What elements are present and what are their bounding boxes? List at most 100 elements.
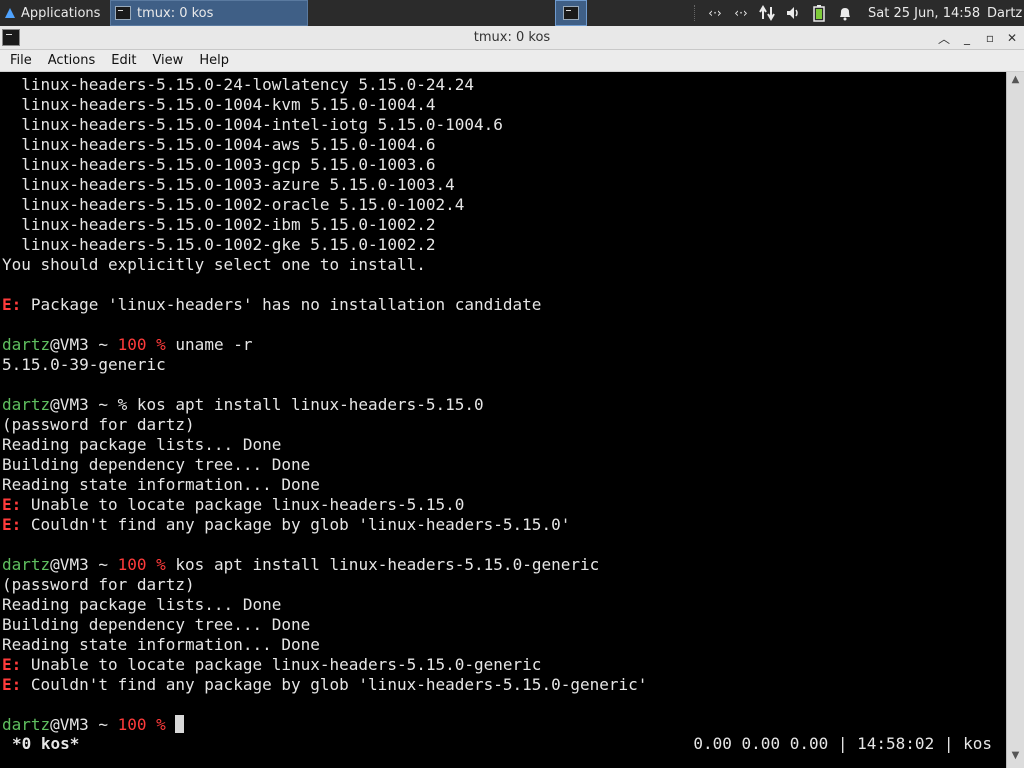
window-title: tmux: 0 kos xyxy=(473,30,551,45)
tmux-status-info: 0.00 0.00 0.00 | 14:58:02 | kos xyxy=(693,734,992,753)
menu-actions[interactable]: Actions xyxy=(38,53,102,68)
terminal-text: You should explicitly select one to inst… xyxy=(2,255,426,274)
menu-view[interactable]: View xyxy=(142,53,189,68)
exit-code: 100 % xyxy=(117,715,166,734)
terminal-line: E: Couldn't find any package by glob 'li… xyxy=(2,675,1006,695)
scroll-up-icon[interactable]: ▲ xyxy=(1007,74,1024,88)
terminal-line: Reading state information... Done xyxy=(2,475,1006,495)
applications-menu[interactable]: Applications xyxy=(0,0,108,26)
terminal-text: (password for dartz) xyxy=(2,575,195,594)
prompt-user: dartz xyxy=(2,395,51,414)
tmux-window-label[interactable]: *0 kos* xyxy=(12,734,79,753)
error-marker: E: xyxy=(2,295,22,314)
notification-bell-icon[interactable] xyxy=(836,0,854,26)
terminal-line: linux-headers-5.15.0-1002-ibm 5.15.0-100… xyxy=(2,215,1006,235)
menu-bar: File Actions Edit View Help xyxy=(0,50,1024,72)
network-icon[interactable]: ‹·› xyxy=(704,0,726,26)
exit-code: 100 % xyxy=(117,335,166,354)
terminal-line: Reading package lists... Done xyxy=(2,435,1006,455)
window-titlebar[interactable]: tmux: 0 kos ︿ _ ▫ ✕ xyxy=(0,26,1024,50)
terminal-text: uname -r xyxy=(165,335,253,354)
terminal-text: (password for dartz) xyxy=(2,415,195,434)
terminal-line: dartz@VM3 ~ % kos apt install linux-head… xyxy=(2,395,1006,415)
terminal-output: linux-headers-5.15.0-24-lowlatency 5.15.… xyxy=(2,75,1006,735)
taskbar-item-label: tmux: 0 kos xyxy=(137,5,214,21)
terminal-text: @VM3 ~ % kos apt install linux-headers-5… xyxy=(50,395,484,414)
error-marker: E: xyxy=(2,675,22,694)
terminal-text: linux-headers-5.15.0-1003-gcp 5.15.0-100… xyxy=(2,155,436,174)
menu-edit[interactable]: Edit xyxy=(101,53,142,68)
terminal-text: 5.15.0-39-generic xyxy=(2,355,166,374)
terminal-text: @VM3 ~ xyxy=(50,555,118,574)
user-menu[interactable]: Dartz xyxy=(987,0,1024,26)
scroll-down-icon[interactable]: ▼ xyxy=(1007,750,1024,764)
terminal-text: Couldn't find any package by glob 'linux… xyxy=(21,515,571,534)
maximize-button[interactable]: ▫ xyxy=(980,28,1000,48)
terminal-text: linux-headers-5.15.0-24-lowlatency 5.15.… xyxy=(2,75,475,94)
tmux-status-bar: *0 kos* 0.00 0.00 0.00 | 14:58:02 | kos xyxy=(0,734,1004,756)
terminal-text: Reading package lists... Done xyxy=(2,435,282,454)
terminal-icon xyxy=(563,6,579,20)
prompt-user: dartz xyxy=(2,555,51,574)
terminal-line: linux-headers-5.15.0-1002-oracle 5.15.0-… xyxy=(2,195,1006,215)
terminal-line: Building dependency tree... Done xyxy=(2,615,1006,635)
exit-code: 100 % xyxy=(117,555,166,574)
top-panel: Applications tmux: 0 kos ‹·› ‹·› Sat 25 … xyxy=(0,0,1024,26)
xfce-logo-icon xyxy=(3,6,17,20)
terminal-line: (password for dartz) xyxy=(2,415,1006,435)
terminal-text: Reading state information... Done xyxy=(2,475,320,494)
terminal-text: linux-headers-5.15.0-1002-ibm 5.15.0-100… xyxy=(2,215,436,234)
clock[interactable]: Sat 25 Jun, 14:58 xyxy=(868,0,980,26)
terminal-line: linux-headers-5.15.0-1002-gke 5.15.0-100… xyxy=(2,235,1006,255)
terminal-text: linux-headers-5.15.0-1002-gke 5.15.0-100… xyxy=(2,235,436,254)
terminal-text: linux-headers-5.15.0-1004-kvm 5.15.0-100… xyxy=(2,95,436,114)
menu-help[interactable]: Help xyxy=(189,53,235,68)
terminal-scrollbar[interactable]: ▲ ▼ xyxy=(1006,72,1024,768)
battery-icon[interactable] xyxy=(810,0,828,26)
terminal-line: E: Unable to locate package linux-header… xyxy=(2,495,1006,515)
menu-file[interactable]: File xyxy=(0,53,38,68)
panel-separator xyxy=(694,5,697,21)
applications-label: Applications xyxy=(21,5,101,21)
terminal-text: linux-headers-5.15.0-1003-azure 5.15.0-1… xyxy=(2,175,455,194)
terminal-line: linux-headers-5.15.0-1004-kvm 5.15.0-100… xyxy=(2,95,1006,115)
terminal-line: Reading package lists... Done xyxy=(2,595,1006,615)
minimize-button[interactable]: _ xyxy=(957,28,977,48)
error-marker: E: xyxy=(2,655,22,674)
taskbar-item-tmux[interactable]: tmux: 0 kos xyxy=(110,0,308,26)
terminal-line: linux-headers-5.15.0-1004-intel-iotg 5.1… xyxy=(2,115,1006,135)
volume-icon[interactable] xyxy=(782,0,804,26)
text-cursor xyxy=(175,715,185,733)
minimize-icon: _ xyxy=(964,31,970,45)
terminal-line: linux-headers-5.15.0-24-lowlatency 5.15.… xyxy=(2,75,1006,95)
terminal-text: @VM3 ~ xyxy=(50,715,118,734)
network-icon[interactable]: ‹·› xyxy=(730,0,752,26)
terminal-line: linux-headers-5.15.0-1003-azure 5.15.0-1… xyxy=(2,175,1006,195)
terminal-text: Package 'linux-headers' has no installat… xyxy=(21,295,542,314)
terminal-line: 5.15.0-39-generic xyxy=(2,355,1006,375)
terminal-line: (password for dartz) xyxy=(2,575,1006,595)
terminal-text: Unable to locate package linux-headers-5… xyxy=(21,655,542,674)
terminal-text: @VM3 ~ xyxy=(50,335,118,354)
shade-button[interactable]: ︿ xyxy=(934,28,954,48)
terminal-line: Building dependency tree... Done xyxy=(2,455,1006,475)
terminal-line: E: Couldn't find any package by glob 'li… xyxy=(2,515,1006,535)
terminal-text: Building dependency tree... Done xyxy=(2,455,311,474)
terminal-text: Reading state information... Done xyxy=(2,635,320,654)
prompt-user: dartz xyxy=(2,335,51,354)
terminal-line: E: Unable to locate package linux-header… xyxy=(2,655,1006,675)
terminal-icon xyxy=(115,6,131,20)
terminal-line: linux-headers-5.15.0-1004-aws 5.15.0-100… xyxy=(2,135,1006,155)
network-transfer-icon[interactable] xyxy=(756,0,778,26)
terminal-text: Unable to locate package linux-headers-5… xyxy=(21,495,465,514)
workspace-switcher[interactable] xyxy=(555,0,587,26)
terminal-line: dartz@VM3 ~ 100 % kos apt install linux-… xyxy=(2,555,1006,575)
terminal-area[interactable]: linux-headers-5.15.0-24-lowlatency 5.15.… xyxy=(0,72,1024,768)
maximize-icon: ▫ xyxy=(985,31,995,45)
close-button[interactable]: ✕ xyxy=(1002,28,1022,48)
terminal-line: E: Package 'linux-headers' has no instal… xyxy=(2,295,1006,315)
